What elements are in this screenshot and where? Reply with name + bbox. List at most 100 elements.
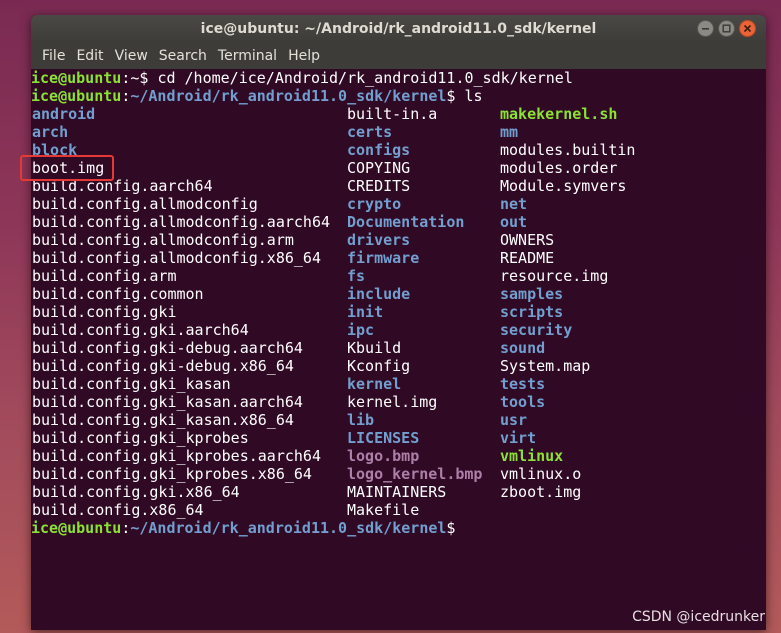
ls-entry-dir: drivers — [347, 231, 411, 249]
ls-entry-file: build.config.gki_kasan — [32, 375, 231, 393]
prompt-colon: : — [121, 519, 131, 537]
ls-entry-file: Makefile — [347, 501, 420, 519]
ls-entry-dir: LICENSES — [347, 429, 420, 447]
prompt-line-ls: ice@ubuntu:~/Android/rk_android11.0_sdk/… — [31, 87, 483, 105]
ls-entry-exec: vmlinux — [500, 447, 564, 465]
prompt-separator: :~$ — [121, 69, 158, 87]
ls-entry-file: build.config.gki — [32, 303, 177, 321]
ls-entry-file: build.config.common — [32, 285, 204, 303]
ls-entry-dir: out — [500, 213, 528, 231]
ls-entry-file: build.config.gki-debug.aarch64 — [32, 339, 303, 357]
menu-terminal[interactable]: Terminal — [213, 48, 282, 64]
minimize-icon — [702, 28, 709, 30]
menu-edit[interactable]: Edit — [71, 48, 108, 64]
ls-entry-dir: mm — [500, 123, 519, 141]
prompt-user: ice@ubuntu — [31, 87, 122, 105]
command-ls: ls — [464, 87, 483, 105]
ls-entry-dir: ipc — [347, 321, 375, 339]
ls-entry-dir: android — [32, 105, 96, 123]
prompt-colon: : — [121, 87, 131, 105]
ls-entry-file: resource.img — [500, 267, 609, 285]
prompt-line-cd: ice@ubuntu:~$ cd /home/ice/Android/rk_an… — [31, 69, 573, 87]
ls-entry-file: build.config.gki.aarch64 — [32, 321, 249, 339]
ls-entry-file: build.config.gki_kasan.aarch64 — [32, 393, 303, 411]
ls-entry-dir: include — [347, 285, 411, 303]
ls-entry-file: build.config.allmodconfig — [32, 195, 258, 213]
ls-entry-file: build.config.allmodconfig.aarch64 — [32, 213, 331, 231]
minimize-button[interactable] — [697, 20, 714, 37]
ls-entry-file: modules.order — [500, 159, 618, 177]
menu-search[interactable]: Search — [154, 48, 212, 64]
ls-entry-img: logo.bmp — [347, 447, 420, 465]
ls-entry-img: logo_kernel.bmp — [347, 465, 483, 483]
ls-entry-file: vmlinux.o — [500, 465, 582, 483]
ls-entry-dir: crypto — [347, 195, 402, 213]
ls-entry-dir: certs — [347, 123, 393, 141]
ls-entry-file: build.config.gki-debug.x86_64 — [32, 357, 294, 375]
ls-entry-dir: virt — [500, 429, 537, 447]
close-button[interactable] — [739, 20, 756, 37]
ls-entry-file: Kbuild — [347, 339, 402, 357]
prompt-path: ~/Android/rk_android11.0_sdk/kernel — [130, 519, 447, 537]
ls-entry-dir: security — [500, 321, 573, 339]
watermark: CSDN @icedrunker — [632, 609, 765, 625]
ls-entry-dir: init — [347, 303, 384, 321]
ls-entry-file: build.config.gki_kprobes — [32, 429, 249, 447]
ls-entry-file: README — [500, 249, 555, 267]
ls-entry-file: zboot.img — [500, 483, 582, 501]
maximize-icon — [722, 24, 731, 33]
ls-entry-file: Kconfig — [347, 357, 411, 375]
ls-entry-file: build.config.x86_64 — [32, 501, 204, 519]
title-bar[interactable]: ice@ubuntu: ~/Android/rk_android11.0_sdk… — [31, 15, 766, 43]
prompt-user: ice@ubuntu — [31, 69, 122, 87]
ls-entry-dir: tools — [500, 393, 546, 411]
ls-entry-dir: Documentation — [347, 213, 465, 231]
ls-entry-dir: samples — [500, 285, 564, 303]
ls-entry-dir: fs — [347, 267, 366, 285]
ls-entry-file: build.config.gki_kprobes.aarch64 — [32, 447, 321, 465]
window-title: ice@ubuntu: ~/Android/rk_android11.0_sdk… — [200, 21, 597, 37]
prompt-line-final: ice@ubuntu:~/Android/rk_android11.0_sdk/… — [31, 519, 455, 537]
window-controls — [697, 20, 756, 37]
ls-entry-file: CREDITS — [347, 177, 411, 195]
ls-entry-file: kernel.img — [347, 393, 438, 411]
ls-entry-file: OWNERS — [500, 231, 555, 249]
prompt-user: ice@ubuntu — [31, 519, 122, 537]
ls-entry-file: build.config.gki_kasan.x86_64 — [32, 411, 294, 429]
ls-entry-file: Module.symvers — [500, 177, 627, 195]
menu-view[interactable]: View — [110, 48, 153, 64]
ls-entry-file: build.config.arm — [32, 267, 177, 285]
ls-entry-dir: scripts — [500, 303, 564, 321]
ls-entry-file: build.config.gki.x86_64 — [32, 483, 240, 501]
menu-file[interactable]: File — [37, 48, 70, 64]
terminal-window: ice@ubuntu: ~/Android/rk_android11.0_sdk… — [31, 15, 766, 630]
ls-entry-dir: usr — [500, 411, 528, 429]
maximize-button[interactable] — [718, 20, 735, 37]
ls-entry-file: MAINTAINERS — [347, 483, 447, 501]
ls-entry-file: System.map — [500, 357, 591, 375]
ls-entry-dir: sound — [500, 339, 546, 357]
command-cd: cd /home/ice/Android/rk_android11.0_sdk/… — [157, 69, 573, 87]
ls-entry-file: built-in.a — [347, 105, 438, 123]
highlight-box-boot-img — [20, 155, 114, 181]
ls-entry-exec: makekernel.sh — [500, 105, 618, 123]
menu-bar: File Edit View Search Terminal Help — [31, 43, 766, 69]
ls-entry-dir: net — [500, 195, 528, 213]
terminal-output[interactable]: ice@ubuntu:~$ cd /home/ice/Android/rk_an… — [31, 69, 766, 630]
close-icon — [743, 24, 752, 33]
ls-entry-file: build.config.allmodconfig.x86_64 — [32, 249, 321, 267]
ls-entry-dir: arch — [32, 123, 69, 141]
ls-entry-file: build.config.gki_kprobes.x86_64 — [32, 465, 312, 483]
ls-entry-dir: lib — [347, 411, 375, 429]
ls-entry-dir: configs — [347, 141, 411, 159]
prompt-dollar: $ — [446, 519, 456, 537]
prompt-dollar: $ — [446, 87, 465, 105]
ls-entry-dir: kernel — [347, 375, 402, 393]
ls-entry-dir: tests — [500, 375, 546, 393]
ls-entry-dir: firmware — [347, 249, 420, 267]
ls-entry-file: build.config.allmodconfig.arm — [32, 231, 294, 249]
prompt-path: ~/Android/rk_android11.0_sdk/kernel — [130, 87, 447, 105]
menu-help[interactable]: Help — [283, 48, 325, 64]
ls-entry-file: modules.builtin — [500, 141, 636, 159]
ls-entry-file: COPYING — [347, 159, 411, 177]
